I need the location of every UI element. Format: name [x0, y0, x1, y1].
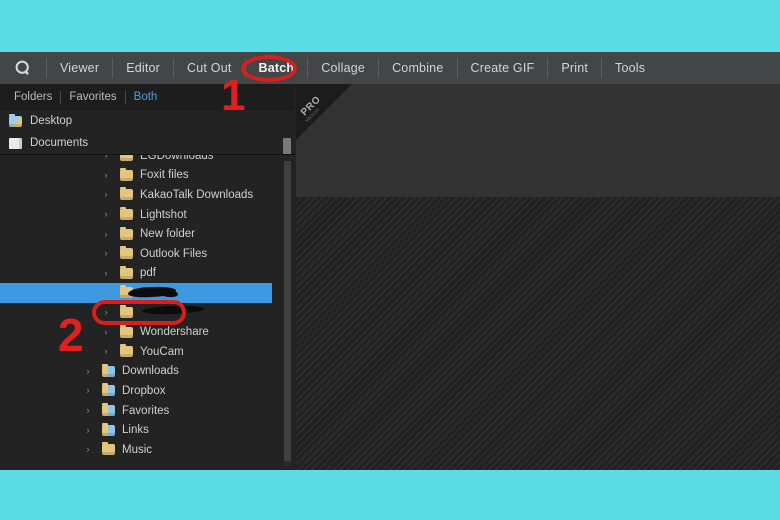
menu-item-editor[interactable]: Editor: [113, 52, 173, 84]
folder-blue-icon: [102, 422, 115, 436]
folder-icon: [120, 207, 133, 221]
folder-icon: [120, 265, 133, 279]
menu-item-collage[interactable]: Collage: [308, 52, 378, 84]
favorite-item-desktop[interactable]: Desktop: [0, 110, 295, 132]
chevron-right-icon[interactable]: ›: [100, 190, 112, 199]
favorite-item-documents[interactable]: Documents: [0, 132, 295, 154]
tree-row[interactable]: › KakaoTalk Downloads: [0, 185, 295, 205]
favorite-item-label: Desktop: [30, 115, 73, 127]
tree-scrollbar-thumb[interactable]: [284, 161, 291, 461]
folder-icon: [120, 324, 133, 338]
app-logo-icon[interactable]: [0, 52, 46, 84]
document-icon: [9, 137, 22, 149]
menu-item-viewer[interactable]: Viewer: [47, 52, 112, 84]
tree-row[interactable]: › EGDownloads: [0, 155, 295, 166]
tab-favorites[interactable]: Favorites: [61, 91, 124, 103]
chevron-right-icon[interactable]: ›: [100, 347, 112, 356]
favorites-list: Desktop Documents: [0, 110, 295, 178]
tree-row-label: Wondershare: [140, 326, 209, 339]
menu-item-tools[interactable]: Tools: [602, 52, 658, 84]
menu-item-print[interactable]: Print: [548, 52, 601, 84]
tree-row[interactable]: › Links: [0, 420, 295, 440]
chevron-right-icon[interactable]: ›: [82, 366, 94, 376]
sidebar-tab-bar: Folders Favorites Both: [0, 84, 295, 110]
tree-row-label: Links: [122, 424, 149, 437]
tree-row-label: Foxit files: [140, 169, 189, 182]
folder-blue-icon: [102, 403, 115, 417]
folder-icon: [120, 226, 133, 240]
tree-row-label: Favorites: [122, 404, 170, 417]
tree-row-selected[interactable]: ›: [0, 283, 272, 303]
tree-row-label: Music: [122, 443, 153, 456]
tree-row[interactable]: › Dropbox: [0, 381, 295, 401]
chevron-right-icon[interactable]: ›: [82, 445, 94, 454]
folder-icon: [102, 442, 115, 456]
tree-row-label: New folder: [140, 228, 195, 241]
folder-icon: [120, 246, 133, 260]
batch-preview-canvas[interactable]: PRO Version: [296, 84, 780, 470]
tree-row[interactable]: › pdf: [0, 264, 295, 284]
desktop-folder-icon: [9, 113, 22, 127]
menu-item-combine[interactable]: Combine: [379, 52, 456, 84]
menu-item-batch[interactable]: Batch: [246, 52, 308, 84]
folder-icon: [120, 187, 133, 201]
tree-row[interactable]: ›: [0, 303, 295, 323]
redaction-mark: [141, 304, 205, 315]
chevron-right-icon[interactable]: ›: [100, 268, 112, 278]
tree-row-label: pdf: [140, 267, 156, 280]
folder-blue-icon: [102, 383, 115, 397]
tree-row[interactable]: › YouCam: [0, 342, 295, 362]
chevron-right-icon[interactable]: ›: [100, 170, 112, 180]
application-window: Viewer Editor Cut Out Batch Collage Comb…: [0, 52, 780, 470]
tab-both[interactable]: Both: [126, 91, 166, 103]
chevron-right-icon[interactable]: ›: [100, 155, 112, 160]
folder-tree: › EGDownloads › Foxit files › KakaoTalk …: [0, 155, 295, 470]
folder-icon: [120, 344, 133, 358]
folder-icon: [120, 167, 133, 181]
tree-row[interactable]: › Music: [0, 440, 295, 460]
menu-item-cut-out[interactable]: Cut Out: [174, 52, 244, 84]
tree-row-label: Lightshot: [140, 208, 187, 221]
chevron-right-icon[interactable]: ›: [100, 210, 112, 219]
folder-blue-icon: [102, 363, 115, 377]
tree-row-label: Downloads: [122, 365, 179, 378]
tab-folders[interactable]: Folders: [6, 91, 60, 103]
tree-scrollbar[interactable]: [284, 161, 291, 466]
canvas-empty-hatch-area: [296, 197, 780, 470]
tree-row-label: EGDownloads: [140, 155, 214, 162]
tree-row-label: Outlook Files: [140, 247, 208, 260]
main-menu-bar: Viewer Editor Cut Out Batch Collage Comb…: [0, 52, 780, 84]
chevron-right-icon[interactable]: ›: [82, 425, 94, 435]
chevron-right-icon[interactable]: ›: [82, 406, 94, 415]
menu-item-create-gif[interactable]: Create GIF: [458, 52, 548, 84]
folder-icon: [120, 155, 133, 162]
chevron-right-icon[interactable]: ›: [100, 308, 112, 317]
tree-row[interactable]: › Downloads: [0, 362, 295, 382]
pro-badge: PRO Version: [296, 84, 352, 140]
tree-row[interactable]: › Foxit files: [0, 166, 295, 186]
tree-row[interactable]: › Lightshot: [0, 205, 295, 225]
chevron-right-icon[interactable]: ›: [82, 386, 94, 395]
tree-row[interactable]: › Favorites: [0, 401, 295, 421]
tree-row-label: YouCam: [140, 345, 184, 358]
tree-row-label: KakaoTalk Downloads: [140, 188, 254, 201]
folder-sidebar: Folders Favorites Both Desktop Documents: [0, 84, 295, 470]
chevron-right-icon[interactable]: ›: [100, 249, 112, 258]
chevron-right-icon[interactable]: ›: [100, 229, 112, 239]
favorite-item-label: Documents: [30, 137, 89, 149]
tree-row-label: Dropbox: [122, 384, 166, 397]
chevron-right-icon[interactable]: ›: [100, 288, 112, 297]
tree-row[interactable]: › Outlook Files: [0, 244, 295, 264]
folder-icon: [120, 305, 133, 319]
chevron-right-icon[interactable]: ›: [100, 327, 112, 337]
canvas-upper-area: [296, 84, 780, 197]
tree-row[interactable]: › New folder: [0, 224, 295, 244]
tree-row[interactable]: › Wondershare: [0, 322, 295, 342]
